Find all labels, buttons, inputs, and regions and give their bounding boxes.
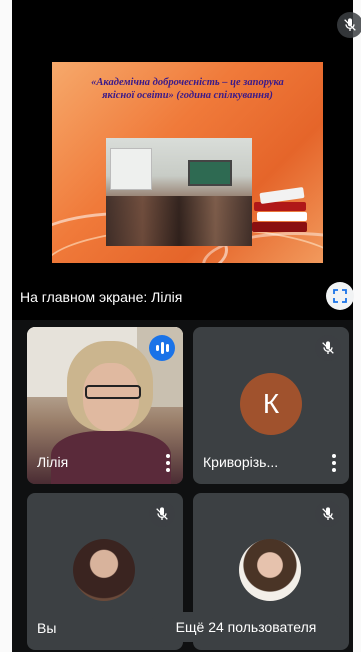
- main-stage[interactable]: «Академічна доброчесність – це запорука …: [12, 0, 361, 320]
- main-screen-label: На главном экране: Лілія: [20, 289, 183, 305]
- mic-off-icon: [315, 501, 341, 527]
- more-vert-icon[interactable]: [165, 454, 171, 472]
- avatar: К: [240, 373, 302, 435]
- books-illustration: [252, 182, 312, 242]
- avatar: [73, 539, 135, 601]
- mic-off-icon: [337, 12, 361, 38]
- fullscreen-icon: [333, 289, 347, 303]
- mic-off-icon: [149, 501, 175, 527]
- slide-title: «Академічна доброчесність – це запорука …: [91, 77, 284, 101]
- participant-name: Лілія: [37, 454, 69, 470]
- fullscreen-button[interactable]: [326, 282, 354, 310]
- presentation-slide: «Академічна доброчесність – це запорука …: [52, 62, 323, 263]
- participant-tile[interactable]: Лілія: [27, 327, 183, 484]
- more-participants-button[interactable]: Ещё 24 пользователя: [150, 612, 342, 642]
- participant-name: Криворізь...: [203, 454, 279, 470]
- slide-classroom-photo: [106, 138, 252, 246]
- right-edge: [353, 0, 361, 652]
- meeting-window: «Академічна доброчесність – це запорука …: [0, 0, 361, 652]
- audio-level-icon: [149, 335, 175, 361]
- mic-off-icon: [315, 335, 341, 361]
- photo-students: [106, 196, 252, 246]
- participant-tile[interactable]: К Криворізь...: [193, 327, 349, 484]
- left-edge: [0, 0, 12, 652]
- more-vert-icon[interactable]: [331, 454, 337, 472]
- photo-screen: [188, 160, 232, 186]
- participant-name: Вы: [37, 620, 57, 636]
- photo-window: [110, 148, 152, 190]
- avatar: [239, 539, 301, 601]
